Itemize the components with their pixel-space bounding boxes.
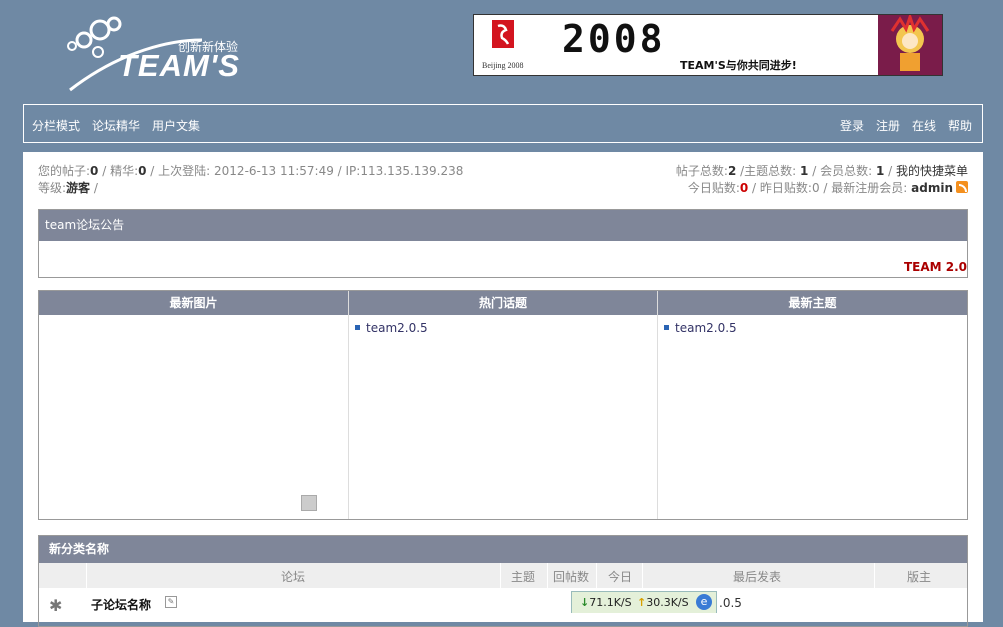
forum-stats: 帖子总数:2 /主题总数: 1 / 会员总数: 1 / 我的快捷菜单 今日贴数:…	[675, 164, 968, 195]
col-replies: 回帖数	[553, 570, 590, 584]
quick-menu-link[interactable]: 我的快捷菜单	[896, 164, 968, 178]
forum-category: 新分类名称 论坛 主题 回帖数 今日 最后发表 版主 ✱ 子论坛名称 ✎ .0.…	[38, 535, 968, 627]
col-topics: 主题	[511, 570, 536, 584]
lastlogin-label: 上次登陆:	[158, 164, 211, 178]
down-arrow-icon: ↓	[580, 596, 590, 609]
latest-topics-panel: 最新主题 team2.0.5	[658, 291, 967, 519]
nav-help[interactable]: 帮助	[948, 117, 972, 134]
banner-year: 2008	[562, 17, 666, 61]
page-header: 创新新体验 TEAM'S Beijing 2008 2008 TEAM'S与你共…	[0, 0, 1003, 104]
announcement-box: team论坛公告 TEAM 2.0	[38, 209, 968, 278]
nav-split-mode[interactable]: 分栏模式	[32, 117, 80, 134]
level-label: 等级:	[38, 181, 67, 195]
rss-icon[interactable]	[956, 181, 968, 193]
latest-topic-item[interactable]: team2.0.5	[664, 321, 967, 335]
posts-count: 0	[90, 164, 99, 178]
ip-value: 113.135.139.238	[360, 164, 464, 178]
col-today: 今日	[608, 570, 633, 584]
posts-label: 您的帖子:	[38, 164, 91, 178]
edit-icon[interactable]: ✎	[165, 596, 177, 608]
topics-label: 主题总数:	[744, 164, 797, 178]
image-nav-button[interactable]	[301, 495, 317, 511]
upload-speed: ↑30.3K/S	[637, 596, 689, 609]
download-value: 71.1K/S	[589, 596, 632, 609]
col-moderator: 版主	[907, 570, 932, 584]
latest-images-header: 最新图片	[39, 291, 348, 315]
members-label: 会员总数:	[820, 164, 873, 178]
main-nav: 分栏模式 论坛精华 用户文集 登录 注册 在线 帮助	[23, 104, 983, 143]
today-label: 今日贴数:	[687, 181, 740, 195]
forum-row[interactable]: ✱ 子论坛名称 ✎ .0.5	[39, 588, 967, 618]
user-info: 您的帖子:0 / 精华:0 / 上次登陆: 2012-6-13 11:57:49…	[38, 164, 464, 195]
digest-label: 精华:	[110, 164, 139, 178]
nav-forum-digest[interactable]: 论坛精华	[92, 117, 140, 134]
main-content: 您的帖子:0 / 精华:0 / 上次登陆: 2012-6-13 11:57:49…	[23, 152, 983, 627]
olympic-banner[interactable]: Beijing 2008 2008 TEAM'S与你共同进步!	[473, 14, 943, 76]
forum-name[interactable]: 子论坛名称	[91, 596, 151, 613]
hot-topic-item[interactable]: team2.0.5	[355, 321, 657, 335]
up-arrow-icon: ↑	[637, 596, 647, 609]
latest-topics-header: 最新主题	[658, 291, 967, 315]
download-speed: ↓71.1K/S	[580, 596, 632, 609]
total-posts-label: 帖子总数:	[675, 164, 728, 178]
newest-member-link[interactable]: admin	[911, 181, 953, 195]
lastlogin-value: 2012-6-13 11:57:49	[214, 164, 334, 178]
nav-user-articles[interactable]: 用户文集	[152, 117, 200, 134]
digest-count: 0	[138, 164, 147, 178]
members-count: 1	[875, 164, 885, 178]
beijing-text: Beijing 2008	[482, 61, 524, 70]
nav-online[interactable]: 在线	[912, 117, 936, 134]
col-last-post: 最后发表	[733, 570, 782, 584]
yesterday-label: 昨日贴数:	[759, 181, 812, 195]
network-speed-widget[interactable]: ↓71.1K/S ↑30.3K/S e	[571, 591, 717, 613]
yesterday-count: 0	[811, 181, 820, 195]
featured-panels: 最新图片 热门话题 team2.0.5 最新主题 team2.0.5	[38, 290, 968, 520]
level-value: 游客	[66, 181, 91, 195]
fuwa-mascot-icon	[878, 15, 942, 75]
category-column-headers: 论坛 主题 回帖数 今日 最后发表 版主	[39, 563, 967, 588]
last-post[interactable]: .0.5	[719, 596, 742, 610]
total-posts: 2	[727, 164, 737, 178]
latest-images-panel: 最新图片	[39, 291, 348, 519]
ie-browser-icon[interactable]: e	[696, 594, 712, 610]
banner-slogan: TEAM'S与你共同进步!	[680, 59, 797, 72]
nav-register[interactable]: 注册	[876, 117, 900, 134]
category-title[interactable]: 新分类名称	[39, 536, 967, 563]
forum-gear-icon: ✱	[49, 596, 63, 615]
newest-member-label: 最新注册会员:	[831, 181, 908, 195]
hot-topics-header: 热门话题	[349, 291, 657, 315]
logo-text: TEAM'S	[118, 48, 240, 83]
ip-label: IP:	[345, 164, 361, 178]
nav-login[interactable]: 登录	[840, 117, 864, 134]
hot-topics-panel: 热门话题 team2.0.5	[349, 291, 657, 519]
announcement-title[interactable]: team论坛公告	[39, 210, 967, 241]
announcement-signature: TEAM 2.0	[903, 260, 967, 274]
upload-value: 30.3K/S	[646, 596, 689, 609]
col-forum: 论坛	[281, 570, 306, 584]
topics-count: 1	[800, 164, 809, 178]
beijing-2008-logo: Beijing 2008	[480, 18, 538, 72]
today-count: 0	[739, 181, 749, 195]
